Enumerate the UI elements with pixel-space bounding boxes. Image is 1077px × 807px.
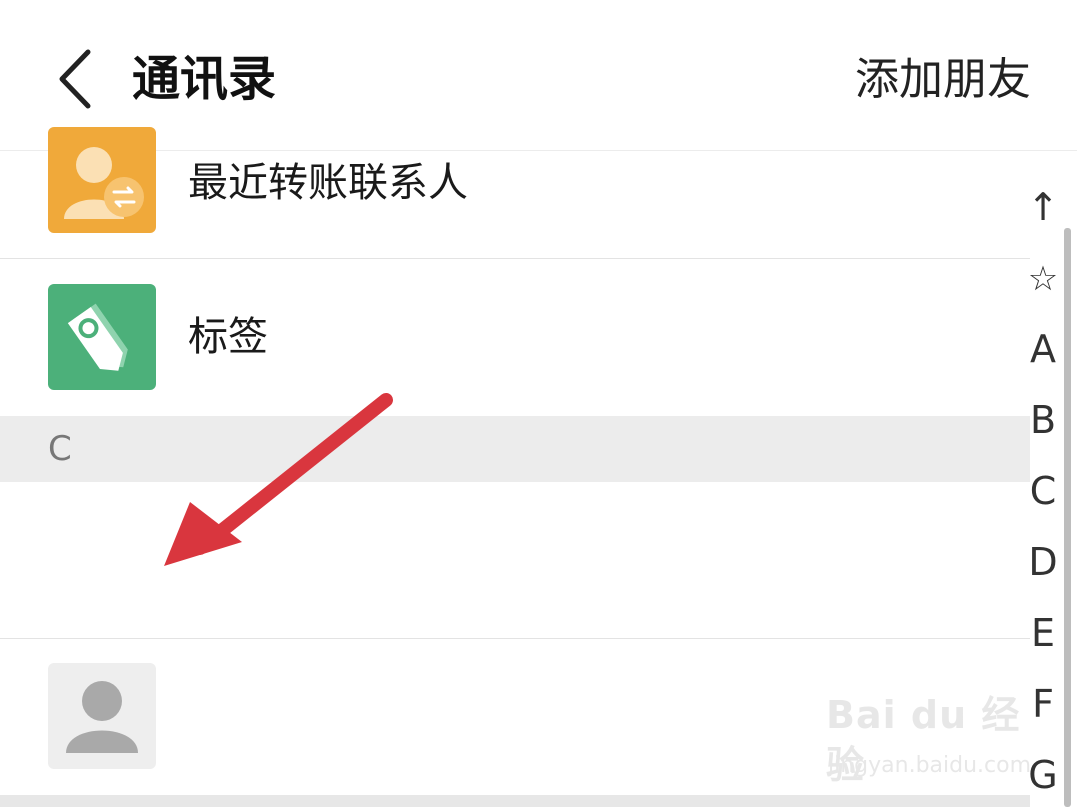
section-letter: C: [48, 429, 72, 469]
add-friend-button[interactable]: 添加朋友: [855, 50, 1031, 110]
index-item-e[interactable]: E: [1020, 610, 1066, 656]
list-item-recent-transfer[interactable]: 最近转账联系人: [0, 127, 1030, 258]
tag-icon: [48, 284, 156, 390]
chevron-left-icon: [59, 49, 91, 109]
page-title: 通讯录: [132, 51, 277, 107]
index-item-c[interactable]: C: [1020, 468, 1066, 514]
index-item-d[interactable]: D: [1020, 539, 1066, 585]
bottom-separator: [0, 795, 1030, 807]
scrollbar[interactable]: [1064, 228, 1071, 807]
baidu-jingyan-watermark: Bai du 经验 jingyan.baidu.com: [826, 690, 1031, 787]
index-item-f[interactable]: F: [1020, 681, 1066, 727]
index-item-b[interactable]: B: [1020, 397, 1066, 443]
default-avatar-icon: [48, 663, 156, 769]
annotation-arrow-icon: [164, 393, 393, 566]
recent-transfer-label: 最近转账联系人: [188, 160, 468, 206]
index-item-star[interactable]: ☆: [1020, 256, 1066, 302]
tags-label: 标签: [188, 314, 268, 360]
back-button[interactable]: [44, 44, 104, 114]
top-bar: 通讯录 添加朋友: [0, 0, 1077, 151]
index-item-a[interactable]: A: [1020, 326, 1066, 372]
watermark-sub: jingyan.baidu.com: [828, 753, 1032, 778]
index-item-top[interactable]: ↑: [1020, 184, 1066, 230]
person-transfer-icon: [48, 127, 156, 233]
